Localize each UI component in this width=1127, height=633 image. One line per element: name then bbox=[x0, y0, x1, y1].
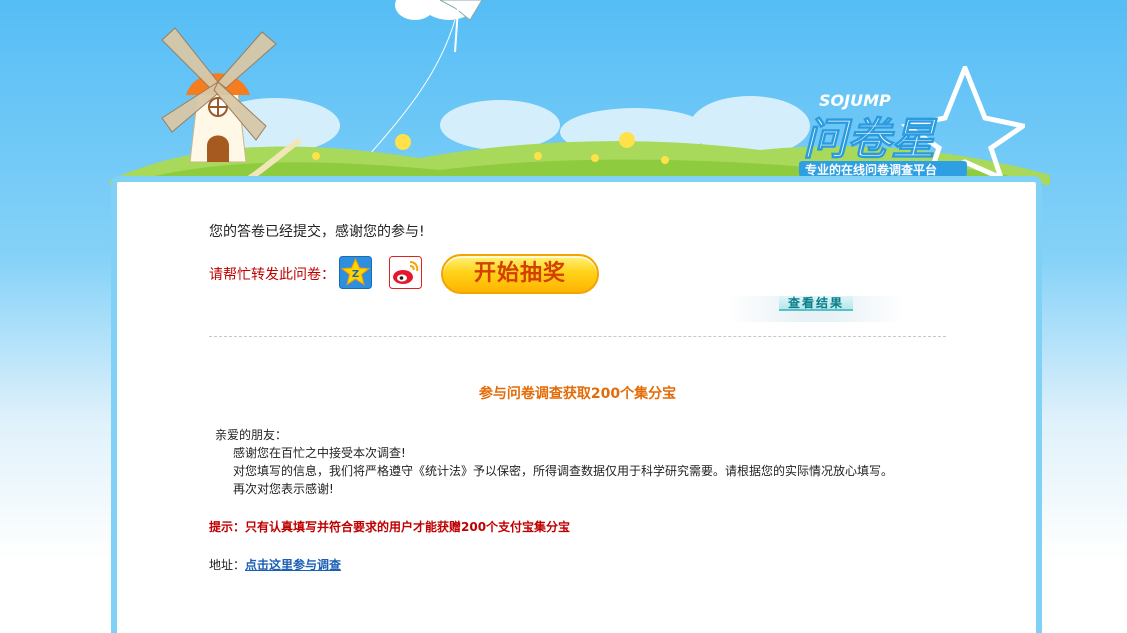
qzone-share-button[interactable]: Z bbox=[339, 256, 372, 289]
view-results-button[interactable]: 查看结果 bbox=[779, 296, 853, 311]
svg-text:Z: Z bbox=[352, 269, 359, 280]
thanks-message: 您的答卷已经提交，感谢您的参与! bbox=[209, 224, 425, 240]
view-results-strip: 查看结果 bbox=[729, 296, 904, 322]
result-card: 您的答卷已经提交，感谢您的参与! 请帮忙转发此问卷： Z 开始抽奖 查看结果 参… bbox=[111, 176, 1042, 633]
windmill-icon bbox=[161, 27, 277, 163]
letter-text: 亲爱的朋友： 感谢您在百忙之中接受本次调查! 对您填写的信息，我们将严格遵守《统… bbox=[209, 426, 949, 498]
content-area: 您的答卷已经提交，感谢您的参与! 请帮忙转发此问卷： Z 开始抽奖 查看结果 参… bbox=[209, 222, 949, 572]
weibo-share-button[interactable] bbox=[389, 256, 422, 289]
address-row: 地址：点击这里参与调查 bbox=[209, 556, 341, 573]
qzone-icon: Z bbox=[339, 256, 372, 289]
sojump-logo: SOJUMP 问卷星 专业的在线问卷调查平台 bbox=[799, 66, 1025, 178]
letter-line: 感谢您在百忙之中接受本次调查! bbox=[233, 446, 406, 460]
address-label: 地址： bbox=[209, 558, 246, 572]
letter-line: 对您填写的信息，我们将严格遵守《统计法》予以保密，所得调查数据仅用于科学研究需要… bbox=[233, 464, 894, 478]
kite-icon bbox=[359, 0, 483, 166]
share-row: 请帮忙转发此问卷： Z 开始抽奖 bbox=[209, 254, 949, 298]
letter-greeting: 亲爱的朋友： bbox=[215, 428, 288, 442]
svg-text:问卷星: 问卷星 bbox=[803, 114, 938, 165]
dashed-divider bbox=[209, 336, 946, 337]
share-label: 请帮忙转发此问卷： bbox=[209, 267, 335, 283]
letter-line: 再次对您表示感谢! bbox=[233, 482, 334, 496]
survey-title: 参与问卷调查获取200个集分宝 bbox=[478, 386, 677, 402]
svg-text:SOJUMP: SOJUMP bbox=[819, 91, 891, 110]
weibo-icon bbox=[389, 256, 422, 289]
survey-link[interactable]: 点击这里参与调查 bbox=[245, 558, 341, 572]
svg-text:专业的在线问卷调查平台: 专业的在线问卷调查平台 bbox=[805, 162, 937, 177]
tip-text: 提示：只有认真填写并符合要求的用户才能获赠200个支付宝集分宝 bbox=[209, 520, 571, 534]
start-lottery-button[interactable]: 开始抽奖 bbox=[441, 254, 599, 294]
header-banner: SOJUMP 问卷星 专业的在线问卷调查平台 bbox=[0, 0, 1127, 185]
